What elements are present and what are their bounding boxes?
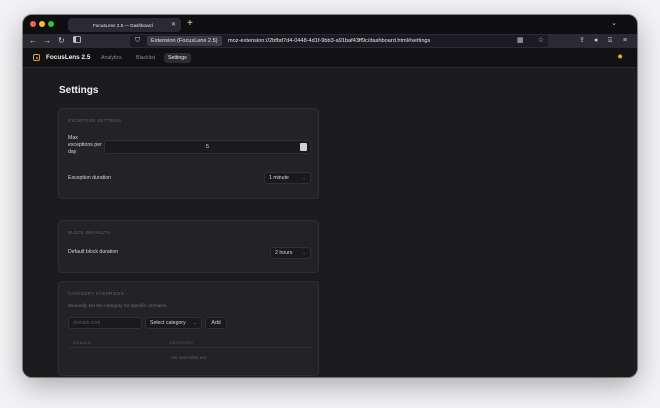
max-exceptions-input[interactable]: 5 [104, 140, 311, 154]
reload-icon[interactable]: ↻ [58, 35, 65, 47]
nav-blacklist[interactable]: Blacklist [132, 53, 159, 63]
card-title: EXCEPTION SETTINGS [68, 118, 122, 123]
max-exceptions-label: Max exceptions per day [68, 135, 102, 155]
category-overrides-card: CATEGORY OVERRIDES Manually set the cate… [58, 281, 319, 376]
card-title: BLOCK DEFAULTS [68, 230, 111, 235]
page-title: Settings [59, 85, 99, 96]
menu-icon[interactable]: ≡ [623, 35, 627, 47]
exception-duration-select[interactable]: 1 minute ⌄ [264, 172, 311, 184]
browser-tab[interactable]: FocusLens 2.5 — Dashboard ✕ [68, 18, 181, 32]
default-block-duration-label: Default block duration [68, 249, 119, 255]
sun-icon[interactable]: ✹ [617, 53, 623, 63]
nav-analytics[interactable]: Analytics [97, 53, 126, 63]
browser-window: FocusLens 2.5 — Dashboard ✕ + ⌄ ← → ↻ ⛉ … [23, 15, 637, 377]
title-bar: FocusLens 2.5 — Dashboard ✕ + ⌄ [23, 15, 637, 34]
empty-state: No overrides set. [171, 356, 208, 361]
add-button[interactable]: Add [205, 317, 227, 329]
maximize-window-button[interactable] [48, 21, 54, 27]
exception-settings-card: EXCEPTION SETTINGS Max exceptions per da… [58, 108, 319, 199]
card-title: CATEGORY OVERRIDES [68, 291, 125, 296]
profile-icon[interactable]: ● [594, 35, 598, 47]
chevron-down-icon: ⌄ [302, 250, 306, 255]
quantity-stepper[interactable] [300, 143, 307, 151]
divider [68, 347, 311, 348]
category-overrides-description: Manually set the category for specific d… [68, 304, 168, 309]
chevron-down-icon: ⌄ [302, 175, 306, 180]
save-icon[interactable]: ⍓ [608, 35, 612, 47]
plus-icon[interactable]: + [187, 17, 193, 31]
navigation-bar: ← → ↻ ⛉ Extension (FocusLens 2.5) moz-ex… [23, 34, 637, 48]
nav-settings[interactable]: Settings [164, 53, 191, 63]
exception-duration-label: Exception duration [68, 175, 111, 181]
domain-input[interactable] [68, 317, 142, 329]
exception-duration-value: 1 minute [269, 175, 289, 181]
column-header-category: CATEGORY [169, 340, 194, 345]
url-bar[interactable]: ⛉ Extension (FocusLens 2.5) moz-extensio… [130, 35, 548, 47]
default-block-duration-value: 2 hours [275, 250, 293, 256]
url-text[interactable]: moz-extension://2bfbd7d4-0448-4d1f-9bb3-… [228, 35, 430, 47]
chevron-down-icon[interactable]: ⌄ [611, 19, 617, 27]
tab-title: FocusLens 2.5 — Dashboard [93, 22, 153, 28]
qr-icon[interactable]: ▦ [517, 35, 524, 47]
category-select[interactable]: Select category ⌄ [145, 317, 202, 329]
category-select-value: Select category [150, 320, 186, 326]
forward-icon[interactable]: → [43, 35, 51, 47]
logo-icon [33, 54, 40, 61]
close-icon[interactable]: ✕ [171, 21, 176, 28]
brand-name: FocusLens 2.5 [46, 54, 91, 61]
settings-page: Settings EXCEPTION SETTINGS Max exceptio… [23, 69, 637, 377]
close-window-button[interactable] [30, 21, 36, 27]
chevron-down-icon: ⌄ [193, 320, 197, 325]
app-header: FocusLens 2.5 Analytics Blacklist Settin… [23, 48, 637, 68]
extension-chip-label: Extension (FocusLens 2.5) [151, 38, 218, 44]
sidebar-icon[interactable] [73, 35, 81, 47]
default-block-duration-select[interactable]: 2 hours ⌄ [270, 247, 311, 259]
back-icon[interactable]: ← [29, 35, 37, 47]
block-defaults-card: BLOCK DEFAULTS Default block duration 2 … [58, 220, 319, 273]
bookmark-star-icon[interactable]: ☆ [538, 35, 544, 47]
minimize-window-button[interactable] [39, 21, 45, 27]
max-exceptions-value: 5 [206, 144, 209, 150]
shield-icon[interactable]: ⛉ [135, 36, 140, 46]
column-header-domain: DOMAIN [73, 340, 91, 345]
extension-icon[interactable]: Extension (FocusLens 2.5) [147, 36, 222, 46]
extensions-icon[interactable]: ⇪ [579, 35, 585, 47]
